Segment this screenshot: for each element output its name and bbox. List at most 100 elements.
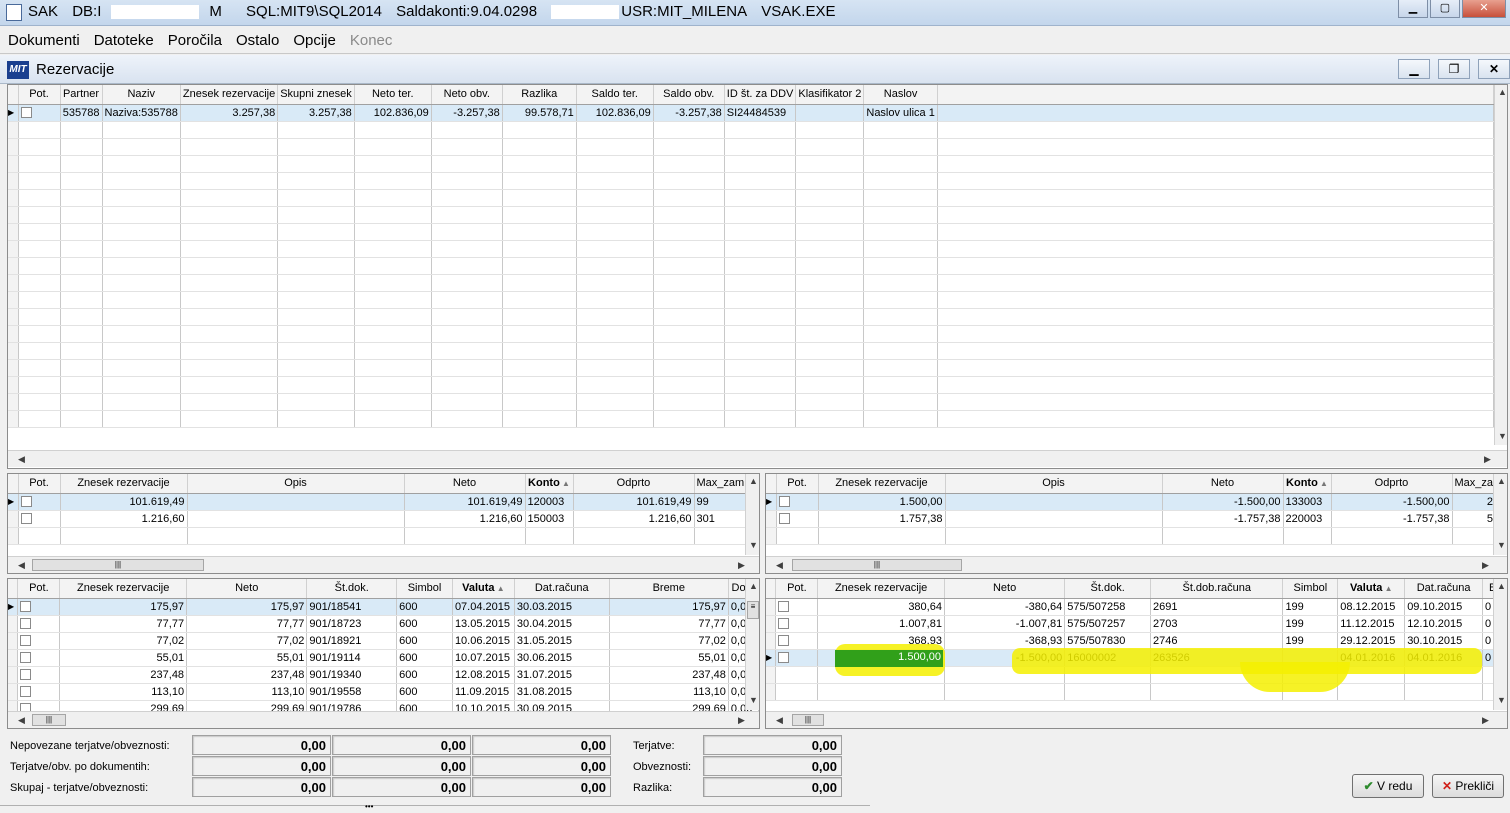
col-breme[interactable]: Breme <box>609 579 729 599</box>
table-row[interactable]: ▶1.500,00-1.500,00133003-1.500,0029 <box>766 493 1503 511</box>
row-indicator[interactable] <box>766 632 777 650</box>
row-indicator[interactable] <box>8 410 19 428</box>
row-indicator[interactable]: ▶ <box>766 649 777 667</box>
col-pot[interactable]: Pot. <box>17 579 61 599</box>
col-naslov[interactable]: Naslov <box>863 85 938 105</box>
form-restore-button[interactable]: ❐ <box>1438 59 1470 79</box>
table-row[interactable]: 1.216,60 1.216,60 150003 1.216,60 301 <box>8 510 748 528</box>
col-pot[interactable]: Pot. <box>18 85 61 105</box>
row-indicator[interactable] <box>8 138 19 156</box>
menu-dokumenti[interactable]: Dokumenti <box>0 27 86 49</box>
col-opis[interactable]: Opis <box>945 474 1163 494</box>
pot-checkbox[interactable] <box>778 601 790 613</box>
col-st-dok[interactable]: Št.dok. <box>1064 579 1152 599</box>
maximize-button[interactable]: ▢ <box>1430 0 1460 18</box>
table-row[interactable]: 113,10 113,10 901/19558 600 11.09.2015 31.08.… <box>8 683 759 701</box>
table-row[interactable]: 77,02 77,02 901/18921 600 10.06.2015 31.05.20… <box>8 632 759 650</box>
terjatve-konto-vscroll[interactable]: ▲ ▼ <box>745 474 759 555</box>
pot-checkbox[interactable] <box>20 686 32 698</box>
col-odprto[interactable]: Odprto <box>1331 474 1453 494</box>
minimize-button[interactable]: ▁ <box>1398 0 1428 18</box>
row-indicator[interactable] <box>766 683 777 701</box>
col-pot[interactable]: Pot. <box>776 474 819 494</box>
table-row[interactable]: 1.757,38-1.757,38220003-1.757,3856 <box>766 510 1503 528</box>
row-indicator[interactable] <box>8 683 19 701</box>
pot-checkbox[interactable] <box>20 513 32 525</box>
col-neto[interactable]: Neto <box>1162 474 1284 494</box>
table-row[interactable]: 77,77 77,77 901/18723 600 13.05.2015 30.04.20… <box>8 615 759 633</box>
row-indicator[interactable] <box>8 308 19 326</box>
form-close-button[interactable]: ✕ <box>1478 59 1510 79</box>
splitter-grip-icon[interactable]: ••• <box>365 802 373 811</box>
col-neto[interactable]: Neto <box>186 579 308 599</box>
menu-ostalo[interactable]: Ostalo <box>228 27 285 49</box>
row-indicator[interactable] <box>8 376 19 394</box>
obveznosti-konto-vscroll[interactable]: ▲ ▼ <box>1493 474 1507 555</box>
col-st-dok[interactable]: Št.dok. <box>306 579 398 599</box>
terjatve-konto-hscroll[interactable]: ◀ ||| ▶ <box>8 556 759 573</box>
col-znesek-rezervacije[interactable]: Znesek rezervacije <box>60 474 188 494</box>
pot-checkbox[interactable] <box>20 635 32 647</box>
col-dat-racuna[interactable]: Dat.računa <box>1404 579 1483 599</box>
col-odprto[interactable]: Odprto <box>573 474 695 494</box>
table-row[interactable]: ▶ 535788 Naziva:535788 3.257,38 3.257,38 102.… <box>8 104 1494 122</box>
pot-checkbox[interactable] <box>20 496 32 508</box>
row-indicator[interactable] <box>8 342 19 360</box>
pot-checkbox[interactable] <box>20 669 32 681</box>
table-row[interactable]: 1.007,81 -1.007,81 575/507257 2703 199 11.12.… <box>766 615 1507 633</box>
col-konto[interactable]: Konto ▲ <box>1283 474 1332 494</box>
col-naziv[interactable]: Naziv <box>102 85 181 105</box>
menu-datoteke[interactable]: Datoteke <box>86 27 160 49</box>
pot-checkbox[interactable] <box>778 635 790 647</box>
row-indicator[interactable] <box>8 121 19 139</box>
col-partner[interactable]: Partner <box>60 85 103 105</box>
pot-checkbox[interactable] <box>20 601 32 613</box>
col-st-dob-racuna[interactable]: Št.dob.računa <box>1150 579 1284 599</box>
col-id-ddv[interactable]: ID št. za DDV <box>724 85 797 105</box>
row-indicator[interactable]: ▶ <box>8 493 19 511</box>
col-valuta[interactable]: Valuta ▲ <box>1337 579 1406 599</box>
row-indicator[interactable] <box>8 632 19 650</box>
col-pot[interactable]: Pot. <box>18 474 61 494</box>
col-simbol[interactable]: Simbol <box>1282 579 1339 599</box>
row-indicator[interactable] <box>766 598 777 616</box>
row-indicator[interactable] <box>8 274 19 292</box>
form-minimize-button[interactable]: ▁ <box>1398 59 1430 79</box>
row-indicator[interactable] <box>766 527 777 545</box>
row-indicator[interactable] <box>8 189 19 207</box>
col-klasifikator[interactable]: Klasifikator 2 <box>795 85 865 105</box>
pot-checkbox[interactable] <box>778 618 790 630</box>
col-konto[interactable]: Konto ▲ <box>525 474 574 494</box>
obveznosti-dokumenti-vscroll[interactable]: ▲ ▼ <box>1493 579 1507 710</box>
row-indicator[interactable]: ▶ <box>766 493 777 511</box>
obveznosti-konto-hscroll[interactable]: ◀ ||| ▶ <box>766 556 1507 573</box>
row-indicator[interactable] <box>8 649 19 667</box>
col-razlika[interactable]: Razlika <box>502 85 577 105</box>
col-dat-racuna[interactable]: Dat.računa <box>514 579 610 599</box>
col-znesek-rezervacije[interactable]: Znesek rezervacije <box>818 474 946 494</box>
row-indicator[interactable] <box>8 257 19 275</box>
col-max-zam[interactable]: Max_zam <box>694 474 748 494</box>
col-valuta[interactable]: Valuta ▲ <box>452 579 515 599</box>
scroll-thumb[interactable]: ≡ <box>747 601 759 619</box>
table-row[interactable]: 380,64 -380,64 575/507258 2691 199 08.12.2015… <box>766 598 1507 616</box>
col-simbol[interactable]: Simbol <box>396 579 453 599</box>
col-znesek-rezervacije[interactable]: Znesek rezervacije <box>59 579 188 599</box>
obveznosti-dokumenti-hscroll[interactable]: ◀ ||| ▶ <box>766 711 1507 728</box>
col-saldo-obv[interactable]: Saldo obv. <box>653 85 725 105</box>
col-neto[interactable]: Neto <box>944 579 1066 599</box>
table-row[interactable]: ▶ 101.619,49 101.619,49 120003 101.619,49 99 <box>8 493 748 511</box>
table-row[interactable]: 237,48 237,48 901/19340 600 12.08.2015 31.07.… <box>8 666 759 684</box>
col-neto[interactable]: Neto <box>404 474 526 494</box>
pot-checkbox[interactable] <box>778 652 790 664</box>
pot-checkbox[interactable] <box>778 496 790 508</box>
row-indicator[interactable] <box>8 393 19 411</box>
col-znesek-rezervacije[interactable]: Znesek rezervacije <box>817 579 945 599</box>
ok-button[interactable]: ✔ V redu <box>1352 774 1424 798</box>
row-indicator[interactable] <box>766 666 777 684</box>
row-indicator[interactable] <box>8 666 19 684</box>
pot-checkbox[interactable] <box>778 513 790 525</box>
row-indicator[interactable]: ▶ <box>8 104 19 122</box>
edit-cell-value[interactable]: 1.500,00 <box>835 651 941 663</box>
row-indicator[interactable] <box>8 291 19 309</box>
